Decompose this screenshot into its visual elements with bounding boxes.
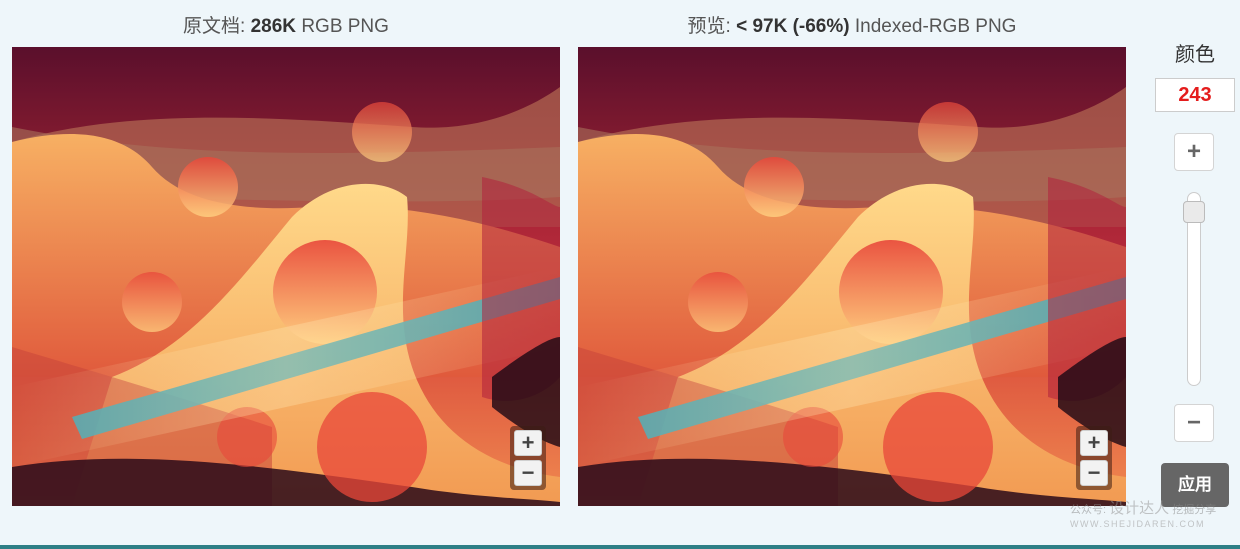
preview-image bbox=[578, 47, 1126, 506]
preview-zoom-in-button[interactable]: + bbox=[1080, 430, 1108, 456]
watermark-url: WWW.SHEJIDAREN.COM bbox=[1070, 519, 1205, 529]
original-zoom-in-button[interactable]: + bbox=[514, 430, 542, 456]
decrease-colors-button[interactable]: − bbox=[1174, 404, 1214, 442]
original-caption: 原文档: 286K RGB PNG bbox=[12, 14, 560, 40]
original-size: 286K bbox=[250, 16, 297, 37]
original-zoom-out-button[interactable]: − bbox=[514, 460, 542, 486]
watermark-tagline: 挖掘分享 bbox=[1172, 504, 1217, 516]
preview-caption: 预览: < 97K (-66%) Indexed-RGB PNG bbox=[578, 14, 1126, 40]
colors-slider-handle[interactable] bbox=[1183, 200, 1205, 223]
watermark-name: 设计达人 bbox=[1109, 500, 1170, 517]
bottom-border bbox=[0, 545, 1240, 549]
preview-zoom-out-button[interactable]: − bbox=[1080, 460, 1108, 486]
original-label: 原文档: bbox=[183, 16, 246, 37]
preview-format: Indexed-RGB PNG bbox=[854, 16, 1017, 37]
colors-label: 颜色 bbox=[1175, 44, 1215, 66]
watermark-prefix: 公众号: bbox=[1070, 504, 1107, 516]
increase-colors-button[interactable]: + bbox=[1174, 133, 1214, 171]
watermark: 公众号: 设计达人 挖掘分享 WWW.SHEJIDAREN.COM bbox=[1070, 497, 1230, 531]
original-image bbox=[12, 47, 560, 506]
original-image-panel[interactable]: + − bbox=[12, 47, 560, 506]
original-zoom-controls: + − bbox=[510, 426, 546, 490]
preview-zoom-controls: + − bbox=[1076, 426, 1112, 490]
watermark-title: 公众号: 设计达人 挖掘分享 bbox=[1070, 497, 1230, 518]
original-format: RGB PNG bbox=[301, 16, 389, 37]
colors-count-input[interactable] bbox=[1155, 78, 1235, 112]
preview-size: < 97K (-66%) bbox=[736, 16, 850, 37]
preview-label: 预览: bbox=[687, 16, 731, 37]
preview-image-panel[interactable]: + − bbox=[578, 47, 1126, 506]
